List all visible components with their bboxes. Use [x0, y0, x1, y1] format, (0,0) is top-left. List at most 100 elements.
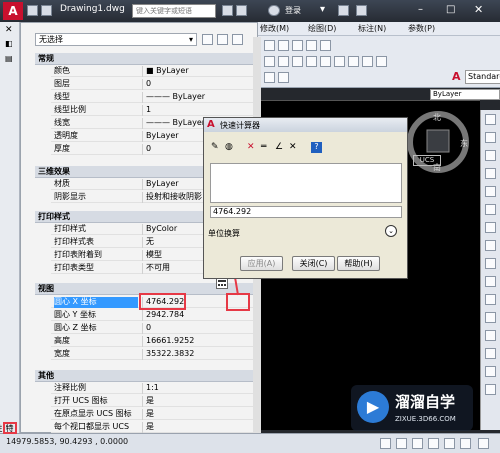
palette-autohide-icon[interactable]: ◧ [5, 39, 13, 48]
select-objects-icon[interactable] [217, 34, 228, 45]
prop-value[interactable]: ■ ByLayer [142, 66, 237, 77]
trim-icon[interactable] [485, 294, 496, 305]
prop-value[interactable]: ——— ByLayer [142, 92, 237, 103]
mirror-tool-icon[interactable] [334, 56, 345, 67]
polyline-tool-icon[interactable] [278, 40, 289, 51]
prop-value[interactable]: 是 [142, 422, 237, 433]
login-link[interactable]: 登录 [285, 5, 301, 16]
prop-row[interactable]: 颜色 ■ ByLayer [51, 66, 253, 77]
angle-icon[interactable]: ∠ [275, 142, 283, 152]
maximize-icon[interactable]: □ [446, 4, 455, 15]
line-tool-icon[interactable] [264, 40, 275, 51]
calc-input-field[interactable]: 4764.292 [210, 206, 402, 218]
distance-icon[interactable]: ═ [261, 142, 266, 152]
section-general[interactable]: 常规 [35, 53, 253, 65]
intersection-icon[interactable]: ✕ [289, 142, 297, 152]
text-style-icon[interactable]: A [452, 70, 461, 83]
clear-icon[interactable]: ✎ [211, 142, 219, 152]
layer-state-icon[interactable] [278, 72, 289, 83]
close-button[interactable]: 关闭(C) [292, 256, 335, 271]
break-icon[interactable] [485, 330, 496, 341]
section-misc[interactable]: 其他 [35, 370, 253, 382]
prop-row[interactable]: 注释比例 1:1 [51, 383, 253, 394]
trim-tool-icon[interactable] [306, 56, 317, 67]
menu-dimension[interactable]: 标注(N) [358, 23, 386, 34]
offset-tool-icon[interactable] [348, 56, 359, 67]
help-icon[interactable]: ? [311, 142, 322, 153]
workspace-icon[interactable] [460, 438, 471, 449]
rectangle-tool-icon[interactable] [320, 40, 331, 51]
eraser-icon[interactable] [485, 132, 496, 143]
toggle-pickadd-icon[interactable] [202, 34, 213, 45]
search-input[interactable]: 键入关键字或短语 [132, 4, 216, 18]
autocad-app-icon[interactable]: A [3, 2, 23, 20]
prop-row[interactable]: 打开 UCS 图标 是 [51, 396, 253, 407]
prop-row[interactable]: 圆心 Y 坐标 2942.784 [51, 310, 253, 321]
prop-value[interactable]: 是 [142, 396, 237, 407]
clear-history-icon[interactable]: ◍ [225, 142, 233, 152]
osnap-toggle-icon[interactable] [444, 438, 455, 449]
pencil-icon[interactable] [485, 114, 496, 125]
exchange-apps-icon[interactable] [338, 5, 349, 16]
text-style-select[interactable]: Standard [465, 70, 500, 84]
prop-value[interactable]: 0 [142, 79, 237, 90]
menu-modify[interactable]: 修改(M) [260, 23, 289, 34]
user-icon[interactable] [268, 5, 280, 16]
prop-value[interactable]: 1:1 [142, 383, 237, 394]
prop-row[interactable]: 高度 16661.9252 [51, 336, 253, 347]
rotate-icon[interactable] [485, 240, 496, 251]
prop-value[interactable]: 是 [142, 409, 237, 420]
circle-tool-icon[interactable] [292, 40, 303, 51]
open-file-icon[interactable] [41, 5, 52, 16]
arc-tool-icon[interactable] [306, 40, 317, 51]
minimize-icon[interactable]: – [418, 4, 423, 15]
move-icon[interactable] [485, 222, 496, 233]
array-tool-icon[interactable] [362, 56, 373, 67]
prop-value[interactable]: 2942.784 [142, 310, 237, 321]
extend-icon[interactable] [485, 312, 496, 323]
layer-properties-icon[interactable] [264, 72, 275, 83]
copy-tool-icon[interactable] [278, 56, 289, 67]
close-icon[interactable]: ✕ [474, 3, 483, 16]
rotate-tool-icon[interactable] [292, 56, 303, 67]
quick-select-icon[interactable] [232, 34, 243, 45]
palette-options-icon[interactable]: ▤ [5, 54, 13, 63]
menu-draw[interactable]: 绘图(D) [308, 23, 336, 34]
prop-row[interactable]: 圆心 Z 坐标 0 [51, 323, 253, 334]
settings-icon[interactable] [478, 438, 489, 449]
menu-parametric[interactable]: 参数(P) [408, 23, 435, 34]
binoculars-icon[interactable] [222, 5, 233, 16]
prop-row[interactable]: 每个视口都显示 UCS 是 [51, 422, 253, 433]
prop-row[interactable]: 线型比例 1 [51, 105, 253, 116]
chamfer-icon[interactable] [485, 366, 496, 377]
fillet-tool-icon[interactable] [376, 56, 387, 67]
calc-history-area[interactable] [210, 163, 402, 203]
snap-toggle-icon[interactable] [396, 438, 407, 449]
polar-toggle-icon[interactable] [428, 438, 439, 449]
stretch-icon[interactable] [485, 276, 496, 287]
prop-value[interactable]: 0 [142, 323, 237, 334]
extend-tool-icon[interactable] [320, 56, 331, 67]
new-file-icon[interactable] [27, 5, 38, 16]
layer-select[interactable]: ByLayer [430, 89, 500, 100]
viewcube[interactable]: 北 东 南 [405, 100, 475, 200]
prop-row[interactable]: 线型 ——— ByLayer [51, 92, 253, 103]
ortho-toggle-icon[interactable] [412, 438, 423, 449]
dropdown-arrow-icon[interactable]: ▾ [320, 4, 325, 15]
object-type-select[interactable]: 无选择 ▾ [35, 33, 197, 46]
help-icon[interactable] [356, 5, 367, 16]
apply-button[interactable]: 应用(A) [240, 256, 283, 271]
prop-value[interactable]: 35322.3832 [142, 349, 237, 360]
get-coordinates-icon[interactable]: ✕ [247, 142, 255, 152]
prop-row[interactable]: 宽度 35322.3832 [51, 349, 253, 360]
exchange-icon[interactable] [236, 5, 247, 16]
prop-value[interactable]: 1 [142, 105, 237, 116]
array-icon[interactable] [485, 204, 496, 215]
expand-icon[interactable]: ⌄ [385, 225, 397, 237]
prop-row[interactable]: 图层 0 [51, 79, 253, 90]
mirror-icon[interactable] [485, 168, 496, 179]
palette-close-icon[interactable]: ✕ [5, 25, 13, 35]
offset-icon[interactable] [485, 186, 496, 197]
scale-icon[interactable] [485, 258, 496, 269]
move-tool-icon[interactable] [264, 56, 275, 67]
